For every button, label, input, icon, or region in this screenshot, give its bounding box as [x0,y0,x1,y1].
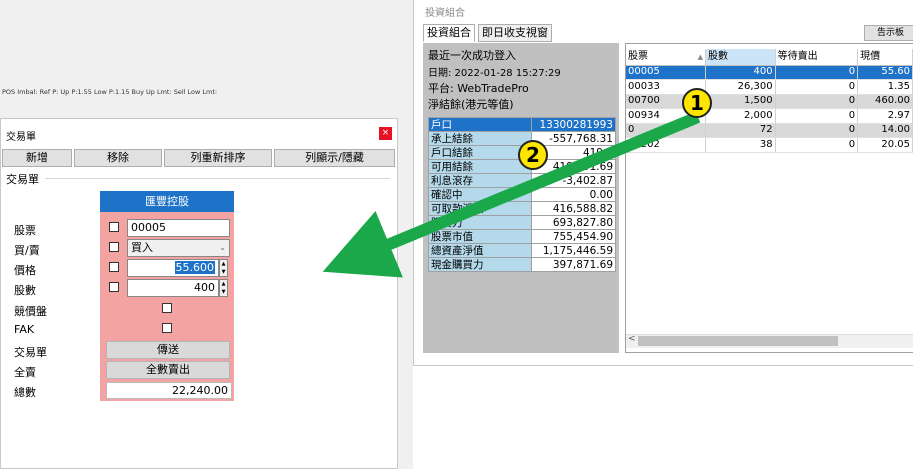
annotation-arrow [322,111,701,278]
step-marker-2: 2 [518,140,548,170]
step-marker-1: 1 [682,88,712,118]
